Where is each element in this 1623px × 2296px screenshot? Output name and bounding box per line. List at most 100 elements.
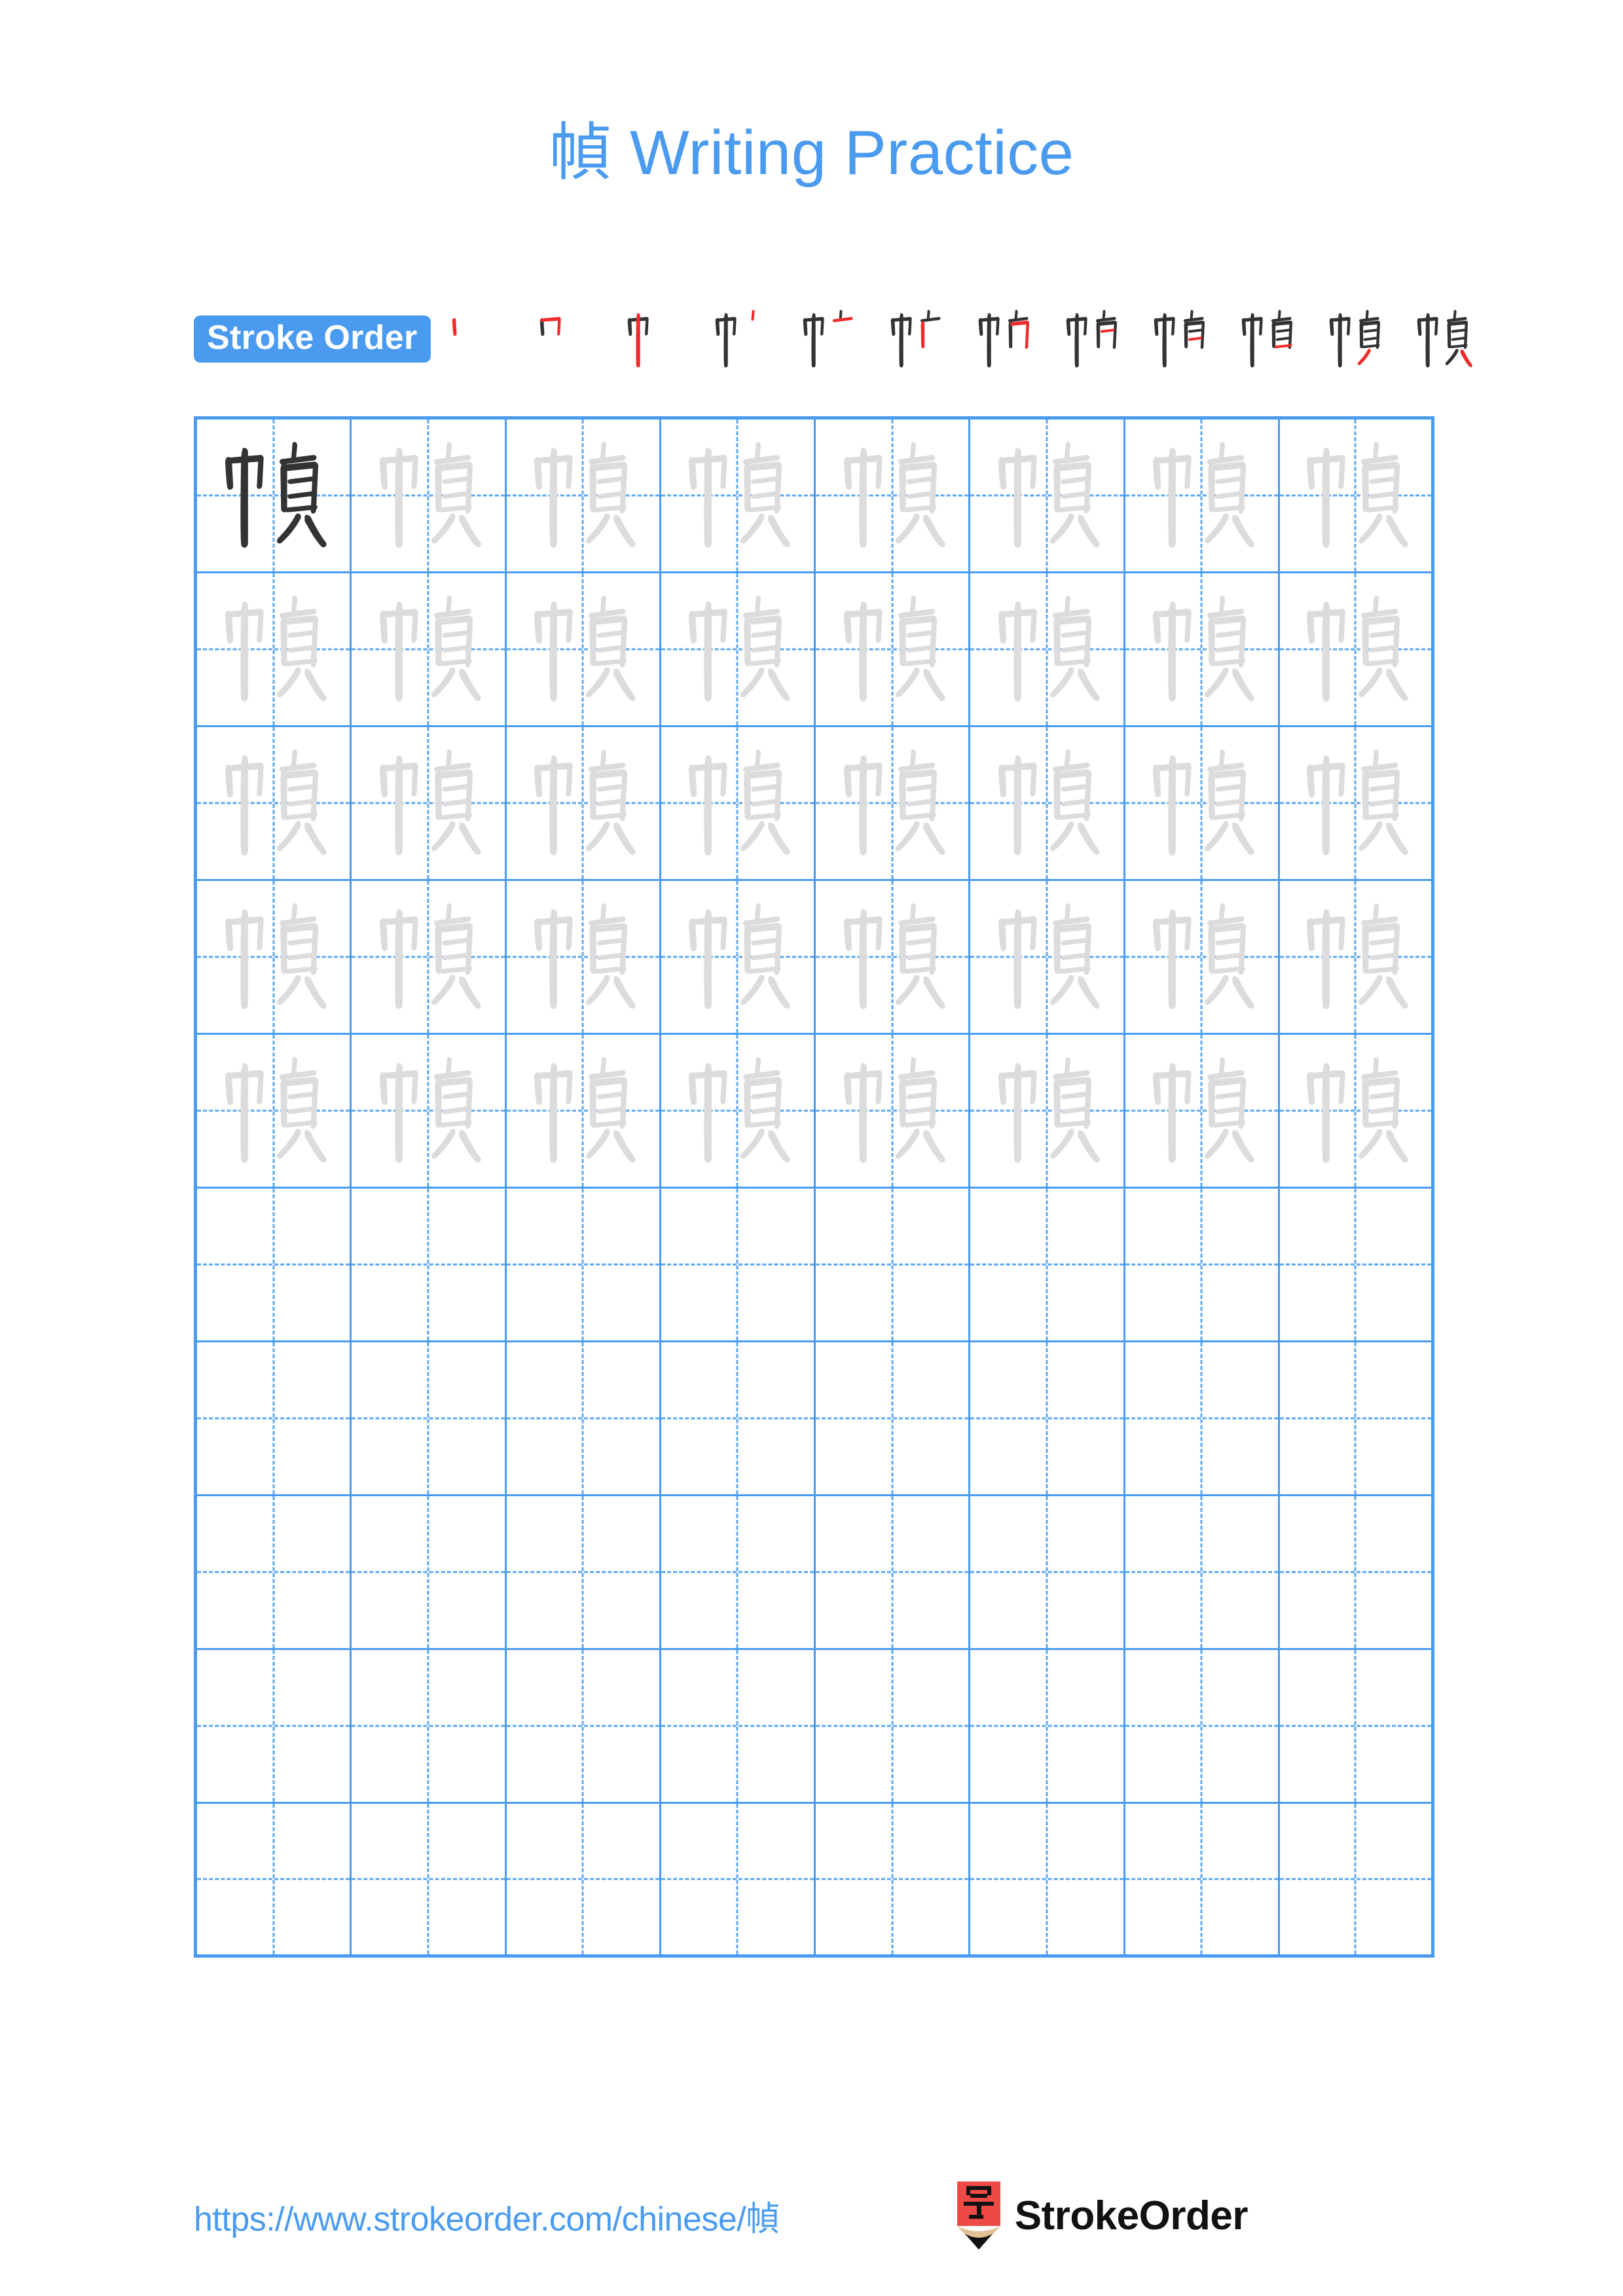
practice-cell-r3-c6[interactable]: [970, 727, 1125, 881]
practice-cell-r9-c4[interactable]: [661, 1650, 816, 1804]
cell-vertical-guide: [891, 1650, 894, 1802]
practice-cell-r8-c6[interactable]: [970, 1496, 1125, 1650]
practice-cell-r6-c1[interactable]: [197, 1189, 352, 1342]
practice-cell-r5-c1[interactable]: [197, 1035, 352, 1189]
practice-cell-r3-c7[interactable]: [1125, 727, 1280, 881]
practice-cell-r8-c1[interactable]: [197, 1496, 352, 1650]
practice-cell-r4-c3[interactable]: [506, 881, 661, 1035]
practice-cell-r5-c3[interactable]: [506, 1035, 661, 1189]
practice-cell-r3-c8[interactable]: [1279, 727, 1434, 881]
practice-cell-r1-c5[interactable]: [816, 420, 971, 573]
practice-cell-r4-c1[interactable]: [197, 881, 352, 1035]
practice-cell-r1-c8[interactable]: [1279, 420, 1434, 573]
practice-cell-r2-c1[interactable]: [197, 573, 352, 727]
practice-cell-r6-c7[interactable]: [1125, 1189, 1280, 1342]
practice-cell-r6-c4[interactable]: [661, 1189, 816, 1342]
practice-cell-r1-c2[interactable]: [352, 420, 507, 573]
practice-cell-r3-c2[interactable]: [352, 727, 507, 881]
practice-cell-r2-c2[interactable]: [352, 573, 507, 727]
practice-cell-r1-c4[interactable]: [661, 420, 816, 573]
practice-cell-r8-c2[interactable]: [352, 1496, 507, 1650]
practice-cell-r3-c5[interactable]: [816, 727, 971, 881]
practice-cell-r3-c3[interactable]: [506, 727, 661, 881]
trace-character: [1125, 1035, 1278, 1187]
practice-cell-r7-c2[interactable]: [352, 1342, 507, 1496]
practice-cell-r5-c6[interactable]: [970, 1035, 1125, 1189]
practice-cell-r7-c7[interactable]: [1125, 1342, 1280, 1496]
practice-cell-r6-c3[interactable]: [506, 1189, 661, 1342]
cell-vertical-guide: [1200, 1650, 1203, 1802]
practice-cell-r6-c8[interactable]: [1279, 1189, 1434, 1342]
practice-cell-r2-c5[interactable]: [816, 573, 971, 727]
practice-cell-r2-c6[interactable]: [970, 573, 1125, 727]
cell-vertical-guide: [427, 1189, 429, 1340]
practice-cell-r7-c1[interactable]: [197, 1342, 352, 1496]
practice-cell-r1-c3[interactable]: [506, 420, 661, 573]
practice-cell-r5-c4[interactable]: [661, 1035, 816, 1189]
practice-cell-r9-c5[interactable]: [816, 1650, 971, 1804]
practice-cell-r6-c2[interactable]: [352, 1189, 507, 1342]
practice-cell-r5-c8[interactable]: [1279, 1035, 1434, 1189]
trace-character: [816, 573, 968, 725]
practice-cell-r5-c5[interactable]: [816, 1035, 971, 1189]
practice-cell-r10-c4[interactable]: [661, 1804, 816, 1958]
cell-horizontal-guide: [1279, 1417, 1431, 1420]
practice-cell-r3-c4[interactable]: [661, 727, 816, 881]
practice-cell-r6-c6[interactable]: [970, 1189, 1125, 1342]
practice-cell-r9-c1[interactable]: [197, 1650, 352, 1804]
practice-cell-r1-c1[interactable]: [197, 420, 352, 573]
practice-cell-r10-c7[interactable]: [1125, 1804, 1280, 1958]
practice-cell-r2-c7[interactable]: [1125, 573, 1280, 727]
cell-vertical-guide: [1200, 1804, 1203, 1954]
cell-horizontal-guide: [970, 1571, 1123, 1573]
practice-cell-r8-c5[interactable]: [816, 1496, 971, 1650]
practice-cell-r10-c3[interactable]: [506, 1804, 661, 1958]
cell-horizontal-guide: [197, 1263, 350, 1266]
practice-cell-r6-c5[interactable]: [816, 1189, 971, 1342]
footer-url-link[interactable]: https://www.strokeorder.com/chinese/幀: [194, 2191, 780, 2240]
practice-cell-r5-c2[interactable]: [352, 1035, 507, 1189]
practice-cell-r5-c7[interactable]: [1125, 1035, 1280, 1189]
practice-grid-row: [197, 573, 1434, 727]
practice-cell-r7-c6[interactable]: [970, 1342, 1125, 1496]
practice-cell-r3-c1[interactable]: [197, 727, 352, 881]
stroke-step-3: [610, 302, 698, 376]
practice-cell-r9-c8[interactable]: [1279, 1650, 1434, 1804]
practice-cell-r8-c7[interactable]: [1125, 1496, 1280, 1650]
stroke-step-6: [873, 302, 961, 376]
practice-cell-r2-c3[interactable]: [506, 573, 661, 727]
practice-cell-r8-c4[interactable]: [661, 1496, 816, 1650]
practice-cell-r1-c6[interactable]: [970, 420, 1125, 573]
practice-cell-r7-c3[interactable]: [506, 1342, 661, 1496]
practice-cell-r2-c8[interactable]: [1279, 573, 1434, 727]
practice-cell-r4-c8[interactable]: [1279, 881, 1434, 1035]
practice-cell-r10-c1[interactable]: [197, 1804, 352, 1958]
practice-cell-r10-c8[interactable]: [1279, 1804, 1434, 1958]
cell-horizontal-guide: [506, 1725, 659, 1727]
practice-cell-r10-c2[interactable]: [352, 1804, 507, 1958]
practice-cell-r4-c4[interactable]: [661, 881, 816, 1035]
practice-cell-r2-c4[interactable]: [661, 573, 816, 727]
practice-cell-r9-c7[interactable]: [1125, 1650, 1280, 1804]
cell-horizontal-guide: [816, 1417, 969, 1420]
practice-cell-r1-c7[interactable]: [1125, 420, 1280, 573]
practice-cell-r8-c8[interactable]: [1279, 1496, 1434, 1650]
practice-cell-r4-c5[interactable]: [816, 881, 971, 1035]
practice-cell-r7-c5[interactable]: [816, 1342, 971, 1496]
practice-cell-r7-c4[interactable]: [661, 1342, 816, 1496]
practice-cell-r7-c8[interactable]: [1279, 1342, 1434, 1496]
practice-cell-r9-c3[interactable]: [506, 1650, 661, 1804]
practice-cell-r10-c6[interactable]: [970, 1804, 1125, 1958]
practice-cell-r9-c2[interactable]: [352, 1650, 507, 1804]
trace-character: [816, 1035, 968, 1187]
cell-horizontal-guide: [1125, 1878, 1278, 1880]
practice-cell-r4-c2[interactable]: [352, 881, 507, 1035]
practice-cell-r4-c7[interactable]: [1125, 881, 1280, 1035]
cell-horizontal-guide: [1125, 1417, 1278, 1420]
practice-cell-r10-c5[interactable]: [816, 1804, 971, 1958]
cell-horizontal-guide: [197, 1417, 350, 1420]
practice-cell-r4-c6[interactable]: [970, 881, 1125, 1035]
cell-vertical-guide: [427, 1342, 429, 1494]
practice-cell-r8-c3[interactable]: [506, 1496, 661, 1650]
practice-cell-r9-c6[interactable]: [970, 1650, 1125, 1804]
